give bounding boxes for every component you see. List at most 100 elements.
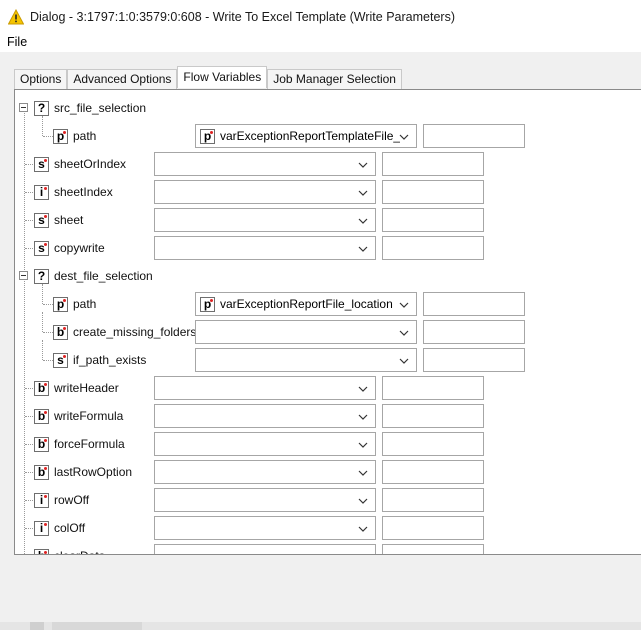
chevron-down-icon[interactable] <box>358 243 368 253</box>
footer-strip <box>0 622 641 630</box>
collapse-toggle-icon[interactable] <box>19 103 28 112</box>
new-variable-name-field[interactable] <box>423 124 525 148</box>
tab-flow-variables[interactable]: Flow Variables <box>177 66 268 88</box>
boolean-type-icon: b <box>53 325 68 340</box>
tree-guide-line <box>42 284 43 304</box>
chevron-down-icon[interactable] <box>358 495 368 505</box>
variable-select[interactable] <box>154 236 376 260</box>
string-type-icon: s <box>53 353 68 368</box>
new-variable-name-field[interactable] <box>423 348 525 372</box>
variable-select[interactable] <box>154 488 376 512</box>
chevron-down-icon[interactable] <box>358 159 368 169</box>
warning-icon <box>8 9 24 25</box>
selected-variable: varExceptionReportTemplateFile_l... <box>220 129 400 143</box>
chevron-down-icon[interactable] <box>358 523 368 533</box>
menu-bar: File <box>0 34 641 52</box>
chevron-down-icon[interactable] <box>358 383 368 393</box>
new-variable-name-field[interactable] <box>382 516 484 540</box>
variable-select[interactable] <box>154 152 376 176</box>
parameter-label: sheet <box>54 213 84 227</box>
tree-row: b writeFormula <box>15 402 641 430</box>
boolean-type-icon: b <box>34 409 49 424</box>
new-variable-name-field[interactable] <box>382 544 484 554</box>
chevron-down-icon[interactable] <box>399 355 409 365</box>
new-variable-name-field[interactable] <box>382 488 484 512</box>
variable-select[interactable] <box>154 460 376 484</box>
menu-file[interactable]: File <box>7 35 27 49</box>
tree-group-row: ? src_file_selection <box>15 94 641 122</box>
tree-row: b writeHeader <box>15 374 641 402</box>
tree-row: p path p varExceptionReportFile_location <box>15 284 641 318</box>
parameter-label: clearData <box>54 549 105 554</box>
tree-row: b create_missing_folders <box>15 312 641 346</box>
tree-row: s sheet <box>15 206 641 234</box>
variable-select[interactable] <box>154 180 376 204</box>
variable-select[interactable] <box>195 348 417 372</box>
variable-select[interactable]: p varExceptionReportTemplateFile_l... <box>195 124 417 148</box>
new-variable-name-field[interactable] <box>382 404 484 428</box>
tab-options[interactable]: Options <box>14 69 68 89</box>
tree-row: b lastRowOption <box>15 458 641 486</box>
parameter-label: sheetIndex <box>54 185 113 199</box>
parameter-label: lastRowOption <box>54 465 133 479</box>
tree-row: p path p varExceptionReportTemplateFile_l..… <box>15 116 641 150</box>
variable-select[interactable]: p varExceptionReportFile_location <box>195 292 417 316</box>
new-variable-name-field[interactable] <box>423 292 525 316</box>
chevron-down-icon[interactable] <box>358 187 368 197</box>
parameter-label: create_missing_folders <box>73 325 197 339</box>
variable-select[interactable] <box>154 404 376 428</box>
string-type-icon: s <box>34 157 49 172</box>
title-bar: Dialog - 3:1797:1:0:3579:0:608 - Write T… <box>0 0 641 34</box>
variable-select[interactable] <box>195 320 417 344</box>
parameter-label: writeHeader <box>54 381 119 395</box>
integer-type-icon: i <box>34 185 49 200</box>
chevron-down-icon[interactable] <box>358 411 368 421</box>
new-variable-name-field[interactable] <box>382 432 484 456</box>
new-variable-name-field[interactable] <box>382 152 484 176</box>
parameter-label: dest_file_selection <box>54 269 153 283</box>
tree-guide-line <box>43 360 53 361</box>
chevron-down-icon[interactable] <box>399 299 409 309</box>
chevron-down-icon[interactable] <box>358 439 368 449</box>
boolean-type-icon: b <box>34 437 49 452</box>
tab-job-manager-selection[interactable]: Job Manager Selection <box>267 69 402 89</box>
chevron-down-icon[interactable] <box>358 215 368 225</box>
tree-row: i rowOff <box>15 486 641 514</box>
new-variable-name-field[interactable] <box>382 460 484 484</box>
chevron-down-icon[interactable] <box>399 131 409 141</box>
parameter-label: path <box>73 297 97 311</box>
new-variable-name-field[interactable] <box>382 236 484 260</box>
tab-advanced-options[interactable]: Advanced Options <box>67 69 178 89</box>
variable-select[interactable] <box>154 432 376 456</box>
window-title: Dialog - 3:1797:1:0:3579:0:608 - Write T… <box>30 10 455 24</box>
new-variable-name-field[interactable] <box>382 376 484 400</box>
chevron-down-icon[interactable] <box>358 467 368 477</box>
path-type-icon: p <box>200 297 215 312</box>
new-variable-name-field[interactable] <box>423 320 525 344</box>
variable-select[interactable] <box>154 544 376 554</box>
parameter-label: if_path_exists <box>73 353 147 367</box>
new-variable-name-field[interactable] <box>382 208 484 232</box>
chevron-down-icon[interactable] <box>358 551 368 554</box>
path-type-icon: p <box>53 297 68 312</box>
boolean-type-icon: b <box>34 549 49 554</box>
variable-select[interactable] <box>154 208 376 232</box>
new-variable-name-field[interactable] <box>382 180 484 204</box>
chevron-down-icon[interactable] <box>399 327 409 337</box>
tree-row: s if_path_exists <box>15 340 641 374</box>
integer-type-icon: i <box>34 493 49 508</box>
tree-guide-line <box>42 116 43 136</box>
tree-row: b clearData <box>15 542 641 554</box>
question-icon: ? <box>34 101 49 116</box>
parameter-label: forceFormula <box>54 437 125 451</box>
tree-row: i colOff <box>15 514 641 542</box>
tree-group-row: ? dest_file_selection <box>15 262 641 290</box>
parameter-label: path <box>73 129 97 143</box>
boolean-type-icon: b <box>34 465 49 480</box>
parameter-label: sheetOrIndex <box>54 157 127 171</box>
parameter-label: src_file_selection <box>54 101 147 115</box>
variable-select[interactable] <box>154 376 376 400</box>
collapse-toggle-icon[interactable] <box>19 271 28 280</box>
tree-row: b forceFormula <box>15 430 641 458</box>
variable-select[interactable] <box>154 516 376 540</box>
